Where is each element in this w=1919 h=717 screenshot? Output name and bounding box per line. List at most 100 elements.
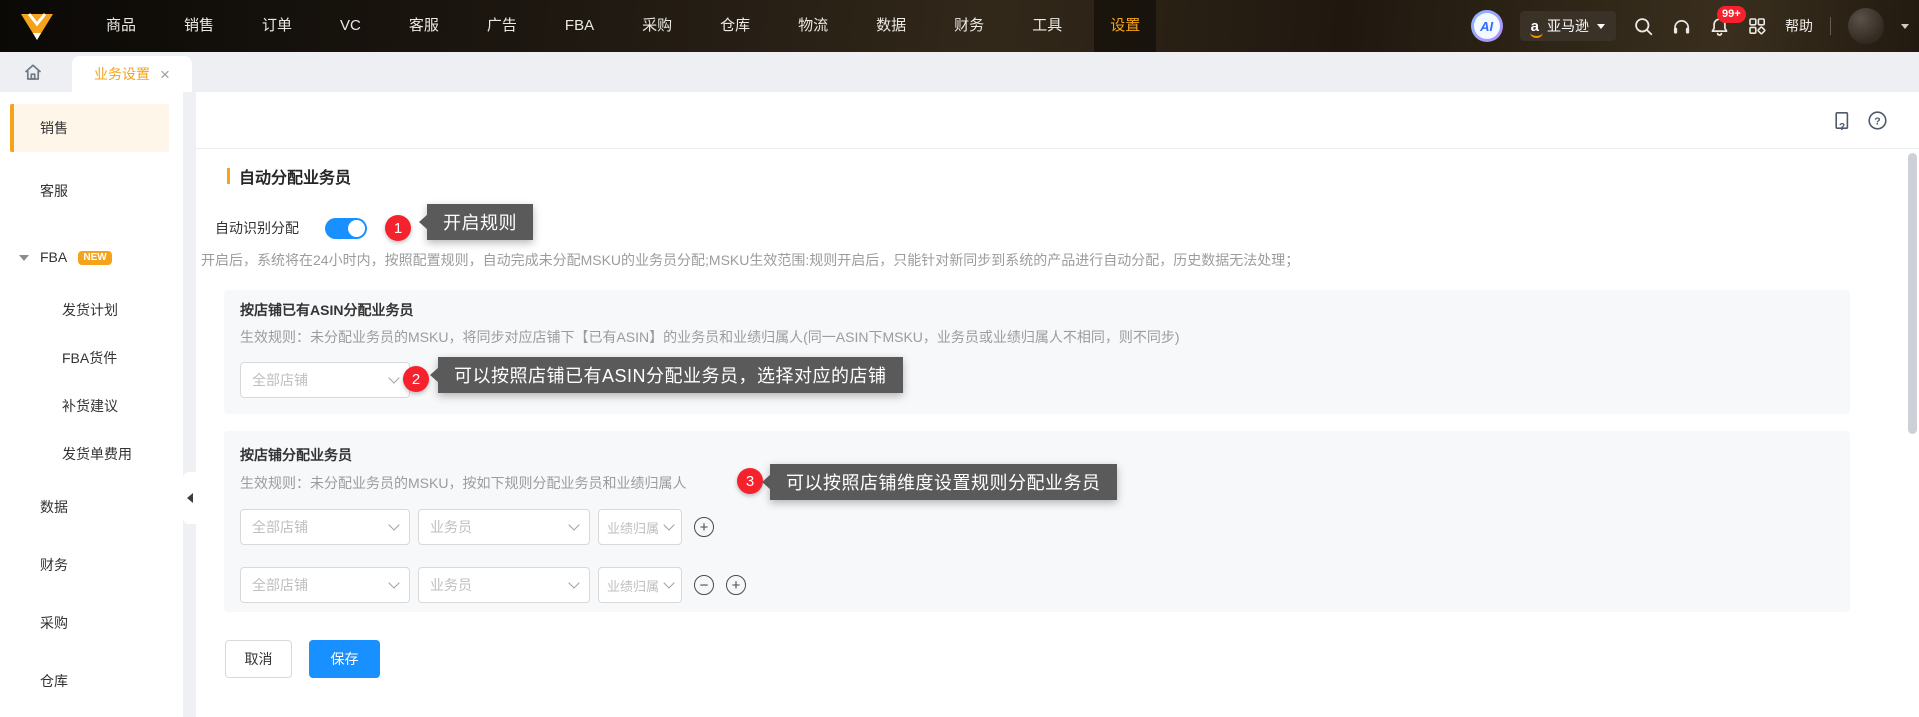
chevron-down-icon bbox=[568, 577, 580, 589]
assign-rule-row: 全部店铺 业务员 业绩归属 − + bbox=[240, 567, 746, 603]
toggle-knob bbox=[348, 220, 365, 237]
salesman-select[interactable]: 业务员 bbox=[418, 509, 590, 545]
nav-item-ads[interactable]: 广告 bbox=[471, 0, 533, 52]
sidebar-gap bbox=[183, 92, 196, 717]
scrollbar-thumb[interactable] bbox=[1908, 153, 1917, 434]
cancel-button[interactable]: 取消 bbox=[225, 640, 292, 678]
select-placeholder: 全部店铺 bbox=[252, 577, 308, 593]
help-circle-icon[interactable]: ? bbox=[1867, 110, 1888, 136]
help-link[interactable]: 帮助 bbox=[1785, 16, 1813, 36]
home-icon[interactable] bbox=[22, 61, 44, 88]
step-badge-1: 1 bbox=[385, 215, 411, 241]
auto-assign-label: 自动识别分配 bbox=[215, 220, 299, 236]
marketplace-label: 亚马逊 bbox=[1547, 18, 1589, 34]
sidebar-item-fba-shipment[interactable]: FBA货件 bbox=[0, 334, 183, 382]
avatar[interactable] bbox=[1848, 8, 1884, 44]
select-placeholder: 全部店铺 bbox=[252, 372, 308, 388]
sidebar-item-label: FBA bbox=[40, 249, 67, 265]
nav-item-sales[interactable]: 销售 bbox=[168, 0, 230, 52]
main-content: ? ? 自动分配业务员 自动识别分配 1 开启规则 开启后，系统将在24小时内，… bbox=[196, 92, 1919, 717]
sidebar-item-service[interactable]: 客服 bbox=[0, 162, 183, 220]
svg-text:?: ? bbox=[1874, 115, 1880, 127]
tab-business-settings[interactable]: 业务设置 × bbox=[72, 56, 192, 92]
notifications-bell-icon[interactable]: 99+ bbox=[1709, 5, 1746, 37]
add-row-icon[interactable]: + bbox=[726, 575, 746, 595]
select-placeholder: 业绩归属 bbox=[607, 520, 660, 536]
salesman-select[interactable]: 业务员 bbox=[418, 567, 590, 603]
marketplace-switcher[interactable]: a 亚马逊 bbox=[1519, 11, 1616, 41]
chevron-down-icon bbox=[388, 577, 400, 589]
search-icon[interactable] bbox=[1633, 16, 1654, 37]
shop-select[interactable]: 全部店铺 bbox=[240, 567, 410, 603]
sidebar-item-shipping-fee[interactable]: 发货单费用 bbox=[0, 430, 183, 478]
chevron-down-icon bbox=[388, 519, 400, 531]
panel-heading: 按店铺已有ASIN分配业务员 bbox=[240, 302, 414, 318]
nav-right-tools: AI a 亚马逊 99+ 帮助 bbox=[1470, 5, 1919, 44]
nav-item-finance[interactable]: 财务 bbox=[938, 0, 1000, 52]
select-placeholder: 全部店铺 bbox=[252, 519, 308, 535]
remove-row-icon[interactable]: − bbox=[694, 575, 714, 595]
page-title-text: 自动分配业务员 bbox=[239, 170, 352, 187]
chevron-down-icon bbox=[663, 577, 675, 589]
top-nav: 商品 销售 订单 VC 客服 广告 FBA 采购 仓库 物流 数据 财务 工具 … bbox=[0, 0, 1919, 52]
nav-item-tools[interactable]: 工具 bbox=[1016, 0, 1078, 52]
nav-item-purchase[interactable]: 采购 bbox=[626, 0, 688, 52]
shop-select[interactable]: 全部店铺 bbox=[240, 362, 410, 398]
nav-item-settings[interactable]: 设置 bbox=[1094, 0, 1157, 52]
panel-assign-by-asin: 按店铺已有ASIN分配业务员 生效规则：未分配业务员的MSKU，将同步对应店铺下… bbox=[224, 290, 1850, 414]
settings-sidebar: 销售 客服 FBA NEW 发货计划 FBA货件 补货建议 发货单费用 数据 财… bbox=[0, 92, 183, 717]
chevron-down-icon[interactable] bbox=[1901, 23, 1909, 29]
nav-item-warehouse[interactable]: 仓库 bbox=[704, 0, 766, 52]
sidebar-item-sales[interactable]: 销售 bbox=[10, 104, 169, 152]
content-header-icons: ? ? bbox=[1832, 110, 1888, 136]
auto-assign-toggle[interactable] bbox=[325, 218, 367, 239]
support-headset-icon[interactable] bbox=[1671, 16, 1692, 36]
sidebar-item-restock-advice[interactable]: 补货建议 bbox=[0, 382, 183, 430]
chevron-down-icon bbox=[19, 255, 29, 261]
step-badge-3: 3 bbox=[737, 468, 763, 494]
chevron-down-icon bbox=[663, 519, 675, 531]
performance-owner-select[interactable]: 业绩归属 bbox=[598, 567, 682, 603]
performance-owner-select[interactable]: 业绩归属 bbox=[598, 509, 682, 545]
nav-item-products[interactable]: 商品 bbox=[90, 0, 152, 52]
notification-count-badge: 99+ bbox=[1717, 5, 1746, 23]
tooltip-asin-assign: 可以按照店铺已有ASIN分配业务员，选择对应的店铺 bbox=[438, 357, 903, 393]
amazon-logo-icon: a bbox=[1529, 17, 1544, 38]
title-accent-bar bbox=[227, 168, 230, 184]
apps-grid-icon[interactable] bbox=[1747, 16, 1768, 37]
new-badge: NEW bbox=[78, 251, 112, 265]
nav-item-service[interactable]: 客服 bbox=[393, 0, 455, 52]
panel-rule-text: 生效规则：未分配业务员的MSKU，将同步对应店铺下【已有ASIN】的业务员和业绩… bbox=[240, 329, 1180, 345]
nav-item-vc[interactable]: VC bbox=[324, 0, 377, 52]
nav-item-logistics[interactable]: 物流 bbox=[782, 0, 844, 52]
main-menu: 商品 销售 订单 VC 客服 广告 FBA 采购 仓库 物流 数据 财务 工具 … bbox=[82, 0, 1164, 52]
doc-help-icon[interactable]: ? bbox=[1832, 110, 1852, 136]
chevron-down-icon bbox=[568, 519, 580, 531]
select-placeholder: 业务员 bbox=[430, 577, 472, 593]
sidebar-item-shipping-plan[interactable]: 发货计划 bbox=[0, 286, 183, 334]
panel-rule-text: 生效规则：未分配业务员的MSKU，按如下规则分配业务员和业绩归属人 bbox=[240, 475, 687, 491]
sidebar-item-warehouse[interactable]: 仓库 bbox=[0, 652, 183, 710]
page-title: 自动分配业务员 bbox=[227, 164, 351, 188]
nav-item-data[interactable]: 数据 bbox=[860, 0, 922, 52]
add-row-icon[interactable]: + bbox=[694, 517, 714, 537]
sidebar-item-fba[interactable]: FBA NEW bbox=[0, 228, 183, 286]
close-icon[interactable]: × bbox=[160, 66, 170, 83]
panel-heading: 按店铺分配业务员 bbox=[240, 447, 352, 463]
save-button[interactable]: 保存 bbox=[309, 640, 380, 678]
sidebar-collapse-handle[interactable] bbox=[183, 472, 196, 524]
svg-text:?: ? bbox=[1839, 122, 1845, 131]
sidebar-item-finance[interactable]: 财务 bbox=[0, 536, 183, 594]
tooltip-shop-rule: 可以按照店铺维度设置规则分配业务员 bbox=[770, 464, 1117, 500]
nav-item-orders[interactable]: 订单 bbox=[246, 0, 308, 52]
app-logo-icon[interactable] bbox=[18, 10, 56, 42]
sidebar-item-purchase[interactable]: 采购 bbox=[0, 594, 183, 652]
shop-select[interactable]: 全部店铺 bbox=[240, 509, 410, 545]
tooltip-enable-rule: 开启规则 bbox=[427, 204, 533, 240]
ai-assistant-icon[interactable]: AI bbox=[1470, 10, 1503, 42]
assign-rule-row: 全部店铺 业务员 业绩归属 + bbox=[240, 509, 714, 545]
divider bbox=[1830, 17, 1831, 35]
select-placeholder: 业务员 bbox=[430, 519, 472, 535]
sidebar-item-data[interactable]: 数据 bbox=[0, 478, 183, 536]
nav-item-fba[interactable]: FBA bbox=[549, 0, 610, 52]
